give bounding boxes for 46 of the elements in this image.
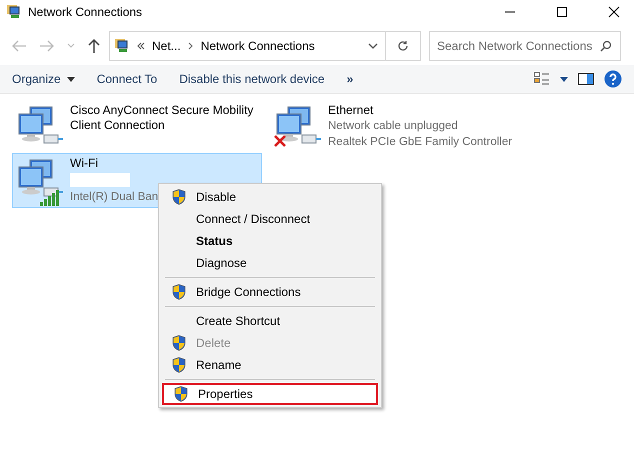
more-button[interactable]: » (340, 70, 360, 88)
menu-item[interactable]: Rename (162, 354, 378, 376)
menu-item[interactable]: Bridge Connections (162, 281, 378, 303)
search-icon (600, 40, 612, 52)
network-folder-icon (6, 4, 22, 20)
help-icon[interactable] (604, 70, 622, 88)
connection-detail: Realtek PCIe GbE Family Controller (328, 135, 512, 150)
connection-item[interactable]: Ethernet Network cable unplugged Realtek PCIe GbE Family Controller (270, 100, 570, 153)
shield-icon (172, 335, 186, 351)
preview-pane-icon[interactable] (578, 73, 594, 85)
window-title: Network Connections (28, 5, 142, 19)
view-options-icon[interactable] (534, 72, 550, 86)
menu-item[interactable]: Properties (162, 383, 378, 405)
x-mark-icon (274, 135, 286, 147)
network-folder-icon (114, 38, 130, 54)
caret-icon (66, 76, 75, 82)
chevron-down-icon[interactable] (368, 43, 378, 49)
connection-detail: Intel(R) Dual Ban (70, 190, 158, 205)
toolbar-button[interactable]: Connect To (90, 70, 164, 88)
toolbar-button[interactable]: Organize (6, 70, 81, 88)
connection-detail: Network cable unplugged (328, 119, 459, 134)
shield-icon (172, 189, 186, 205)
chevron-right-icon (188, 42, 194, 50)
menu-item[interactable]: Status (162, 230, 378, 252)
connection-name: Cisco AnyConnect Secure Mobility Client Connection (70, 103, 254, 133)
connection-name: Wi-Fi (70, 156, 99, 171)
close-icon[interactable] (608, 6, 620, 18)
breadcrumb[interactable]: Net... (152, 39, 181, 53)
signal-bars-icon (40, 190, 60, 206)
connection-item[interactable]: Cisco AnyConnect Secure Mobility Client Connection (12, 100, 262, 153)
breadcrumb[interactable]: Network Connections (200, 39, 315, 53)
menu-item[interactable]: Create Shortcut (162, 310, 378, 332)
connection-name: Ethernet (328, 103, 374, 118)
menu-item[interactable]: Diagnose (162, 252, 378, 274)
search-field[interactable]: Search Network Connections (429, 31, 621, 61)
shield-icon (174, 386, 188, 402)
address-bar[interactable]: Net... Network Connections (109, 31, 421, 61)
refresh-icon[interactable] (397, 40, 409, 52)
up-arrow-icon[interactable] (87, 38, 101, 54)
toolbar-button[interactable]: Disable this network device (173, 70, 331, 88)
caret-icon[interactable] (560, 76, 568, 82)
shield-icon (172, 357, 186, 373)
menu-item[interactable]: Connect / Disconnect (162, 208, 378, 230)
maximize-icon[interactable] (556, 6, 568, 18)
shield-icon (172, 284, 186, 300)
double-chevron-icon (137, 42, 145, 50)
